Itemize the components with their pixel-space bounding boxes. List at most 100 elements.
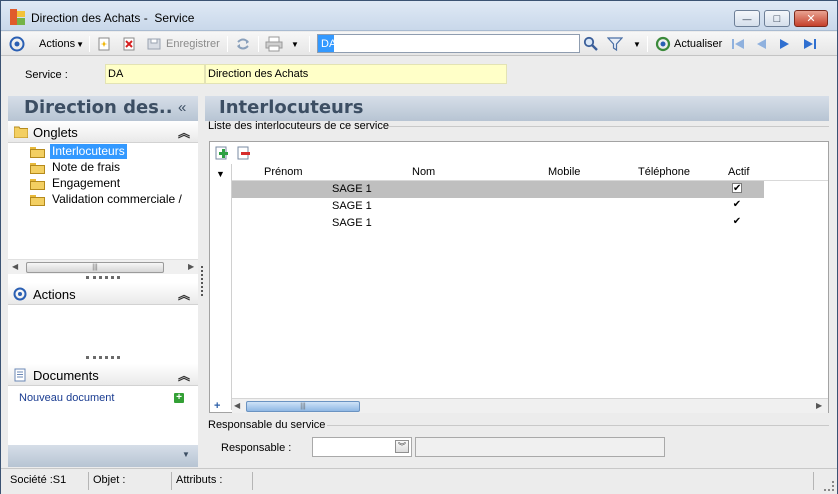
print-button[interactable]: ▼ [265, 35, 299, 53]
responsable-select[interactable]: ︾ [312, 437, 412, 457]
cell-nom[interactable]: SAGE 1 [332, 217, 372, 229]
column-header-nom[interactable]: Nom [412, 166, 435, 178]
status-empty [254, 472, 814, 490]
scroll-right-icon[interactable]: ▶ [188, 262, 194, 271]
previous-record-button[interactable] [754, 35, 768, 53]
scrollbar-thumb[interactable]: ||| [26, 262, 164, 273]
chevron-down-icon[interactable]: ▼ [182, 450, 190, 459]
responsable-label: Responsable : [221, 442, 292, 454]
new-document-link[interactable]: Nouveau document [19, 392, 114, 404]
right-pane-title: Interlocuteurs [219, 97, 364, 118]
add-row-button[interactable] [214, 144, 230, 162]
column-chooser-icon[interactable]: ▼ [216, 169, 225, 179]
service-name-field[interactable]: Direction des Achats [205, 64, 507, 84]
dropdown-arrow-icon: ▼ [291, 39, 299, 49]
next-icon [780, 39, 789, 49]
chevron-up-icon[interactable]: ︽ [178, 124, 190, 141]
minimize-icon: — [742, 13, 752, 24]
scrollbar-thumb[interactable]: ||| [246, 401, 360, 412]
tree-item-note-de-frais[interactable]: Note de frais [30, 160, 122, 175]
add-document-icon[interactable]: + [174, 393, 184, 403]
folder-icon [30, 178, 46, 190]
window-title: Direction des Achats - Service [31, 11, 195, 25]
cell-nom[interactable]: SAGE 1 [332, 200, 372, 212]
onglets-section-header[interactable]: Onglets ︽ [8, 121, 198, 143]
cell-nom[interactable]: SAGE 1 [332, 183, 372, 195]
chevron-up-icon[interactable]: ︽ [178, 367, 190, 384]
service-code-field[interactable]: DA [105, 64, 205, 84]
delete-row-button[interactable] [236, 144, 252, 162]
documents-title: Documents [33, 368, 99, 383]
last-record-button[interactable] [802, 35, 818, 53]
sync-button[interactable] [235, 35, 251, 53]
new-record-button[interactable] [97, 35, 111, 53]
save-button[interactable]: Enregistrer [147, 35, 220, 53]
toolbar-separator [227, 36, 228, 52]
search-button[interactable] [583, 35, 599, 53]
tree-item-validation-commerciale[interactable]: Validation commerciale / [30, 192, 184, 207]
close-icon: ✕ [806, 13, 816, 25]
app-icon [10, 9, 26, 25]
next-record-button[interactable] [778, 35, 792, 53]
actif-checkbox[interactable]: ✔ [732, 199, 742, 211]
grid-horizontal-scrollbar[interactable]: + ◀ ||| ▶ [214, 398, 828, 413]
column-header-mobile[interactable]: Mobile [548, 166, 580, 178]
search-icon [583, 36, 598, 51]
scroll-left-icon[interactable]: ◀ [234, 401, 240, 410]
documents-section-header[interactable]: Documents ︽ [8, 364, 198, 386]
toolbar-separator [89, 36, 90, 52]
close-button[interactable]: ✕ [794, 10, 828, 27]
splitter-grip[interactable] [86, 276, 120, 279]
new-document-icon [98, 37, 110, 51]
minimize-button[interactable]: — [734, 10, 760, 27]
refresh-button[interactable]: Actualiser [655, 35, 722, 53]
scroll-right-icon[interactable]: ▶ [816, 401, 822, 410]
double-chevron-down-icon[interactable]: ︾ [395, 440, 409, 453]
table-row[interactable]: SAGE 1 ✔ [232, 215, 764, 232]
splitter-grip[interactable] [86, 356, 120, 359]
table-row[interactable]: SAGE 1 ✔ [232, 198, 764, 215]
add-row-plus-icon[interactable]: + [214, 400, 220, 412]
tree-item-engagement[interactable]: Engagement [30, 176, 122, 191]
left-pane-footer[interactable]: ▼ [8, 445, 198, 467]
delete-row-icon [237, 146, 250, 160]
refresh-label: Actualiser [674, 38, 723, 50]
actif-checkbox[interactable]: ✔ [732, 183, 742, 194]
actions-menu-icon[interactable] [9, 35, 25, 53]
printer-icon [265, 36, 283, 52]
open-folder-icon [30, 146, 46, 158]
actions-icon [13, 287, 27, 301]
tree-item-interlocuteurs[interactable]: Interlocuteurs [30, 144, 127, 159]
grid-header: Prénom Nom Mobile Téléphone Actif [232, 165, 828, 181]
status-objet: Objet : [90, 472, 172, 490]
filter-button[interactable]: ▼ [607, 35, 641, 53]
column-header-prenom[interactable]: Prénom [264, 166, 303, 178]
actif-checkbox[interactable]: ✔ [732, 216, 742, 228]
left-pane-title: Direction des.. [24, 97, 173, 118]
maximize-button[interactable]: □ [764, 10, 790, 27]
tree-item-label: Validation commerciale / [52, 192, 182, 206]
interlocuteurs-grid: ▼ Prénom Nom Mobile Téléphone Actif SAGE… [209, 141, 829, 413]
search-input[interactable] [318, 35, 579, 52]
delete-record-button[interactable] [122, 35, 136, 53]
toolbar: Actions ▼ Enregistrer ▼ DA ▼ Actualiser [1, 32, 837, 56]
actions-section-header[interactable]: Actions ︽ [8, 283, 198, 305]
previous-icon [757, 39, 766, 49]
resize-grip-icon[interactable] [824, 481, 834, 491]
document-icon [14, 368, 26, 382]
first-record-button[interactable] [730, 35, 746, 53]
scroll-left-icon[interactable]: ◀ [12, 262, 18, 271]
vertical-splitter-grip[interactable] [201, 266, 203, 296]
tree-horizontal-scrollbar[interactable]: ◀ ||| ▶ [8, 259, 198, 274]
column-header-telephone[interactable]: Téléphone [638, 166, 690, 178]
collapse-pane-button[interactable]: « [178, 99, 186, 116]
tree-item-label: Interlocuteurs [50, 144, 127, 159]
actions-title: Actions [33, 287, 76, 302]
column-header-actif[interactable]: Actif [728, 166, 749, 178]
table-row[interactable]: SAGE 1 ✔ [232, 181, 764, 198]
chevron-up-icon[interactable]: ︽ [178, 286, 190, 303]
search-field[interactable] [317, 34, 580, 53]
actions-menu-button[interactable]: Actions ▼ [39, 35, 84, 53]
title-bar[interactable]: Direction des Achats - Service — □ ✕ [1, 1, 837, 31]
onglets-title: Onglets [33, 125, 78, 140]
